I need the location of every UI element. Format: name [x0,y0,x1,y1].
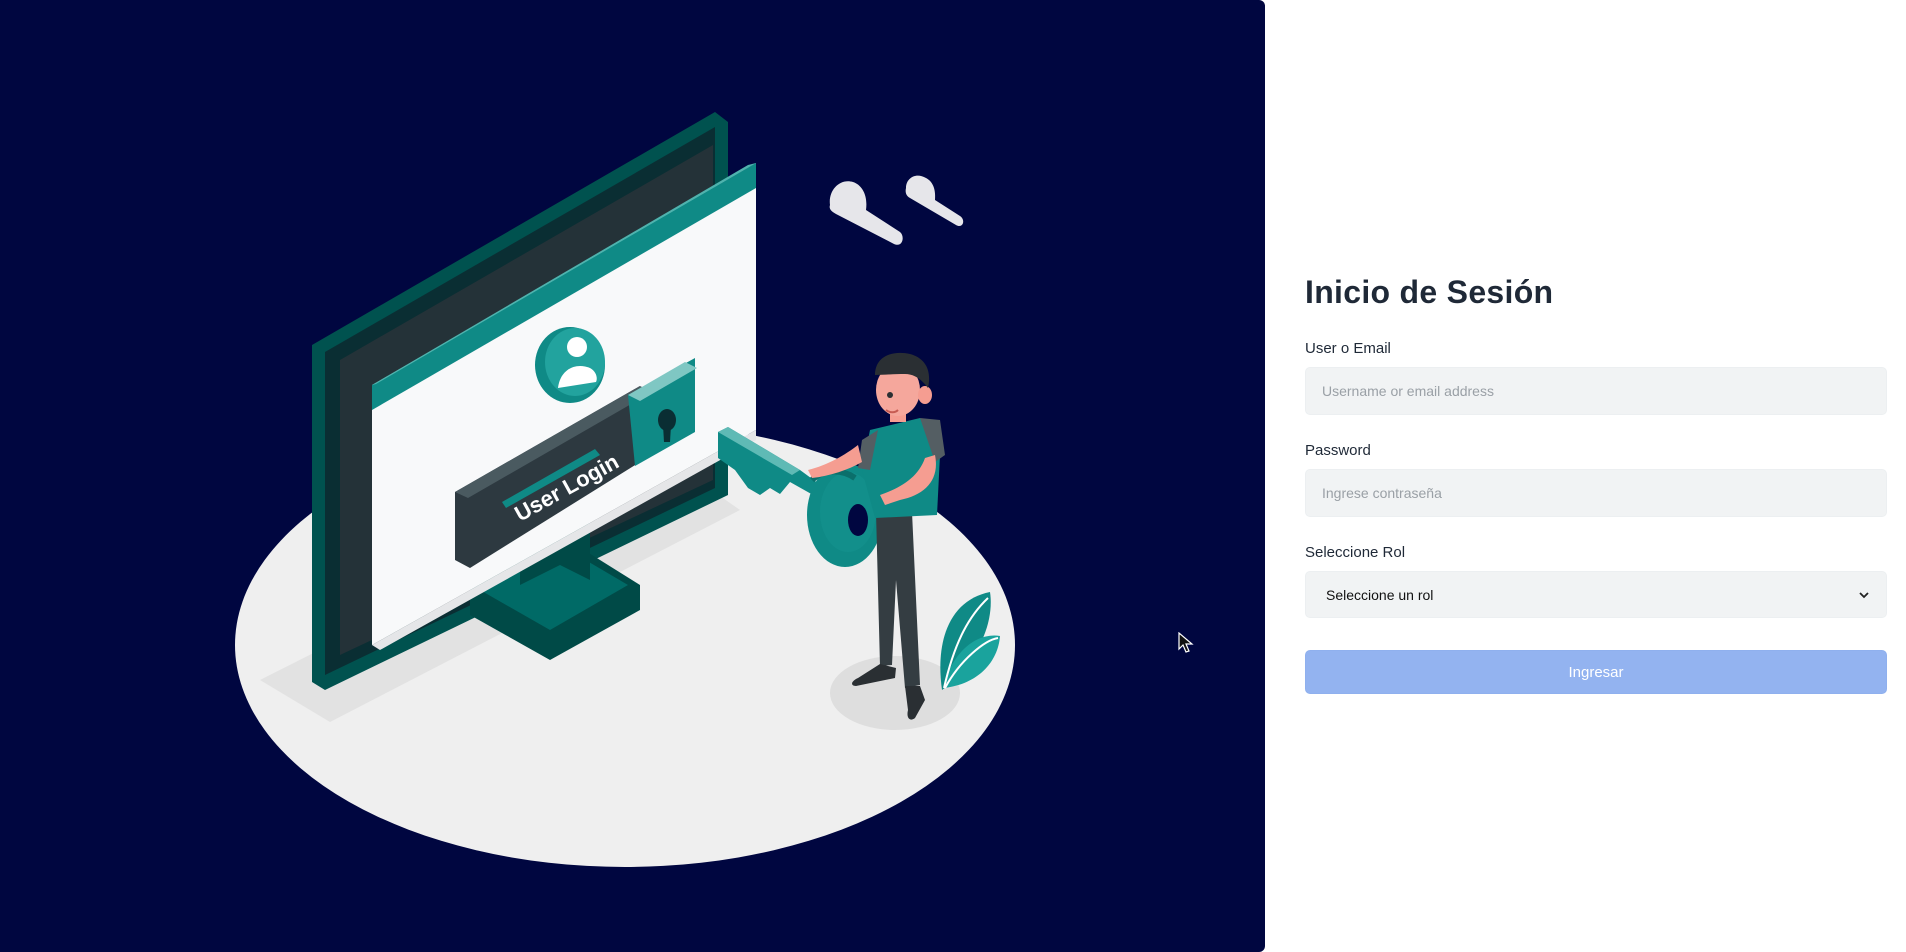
page-title: Inicio de Sesión [1305,274,1554,310]
user-avatar-icon [535,327,605,403]
mouse-cursor-icon [1178,632,1194,653]
role-label: Seleccione Rol [1305,544,1406,561]
role-select-value: Seleccione un rol [1326,586,1434,603]
user-email-input[interactable] [1305,367,1887,415]
password-input[interactable] [1305,469,1887,517]
submit-button[interactable]: Ingresar [1305,650,1887,694]
cloud-icon [829,175,964,245]
user-email-label: User o Email [1305,340,1391,357]
password-label: Password [1305,442,1371,459]
user-login-illustration: User Login [235,112,1015,867]
hero-illustration-panel: User Login [0,0,1265,952]
role-select[interactable]: Seleccione un rol [1305,571,1887,618]
login-page: User Login Inicio de Sesión User o Email… [0,0,1906,952]
chevron-down-icon [1859,591,1869,598]
login-form-panel: Inicio de Sesión User o Email Password S… [1305,270,1887,694]
